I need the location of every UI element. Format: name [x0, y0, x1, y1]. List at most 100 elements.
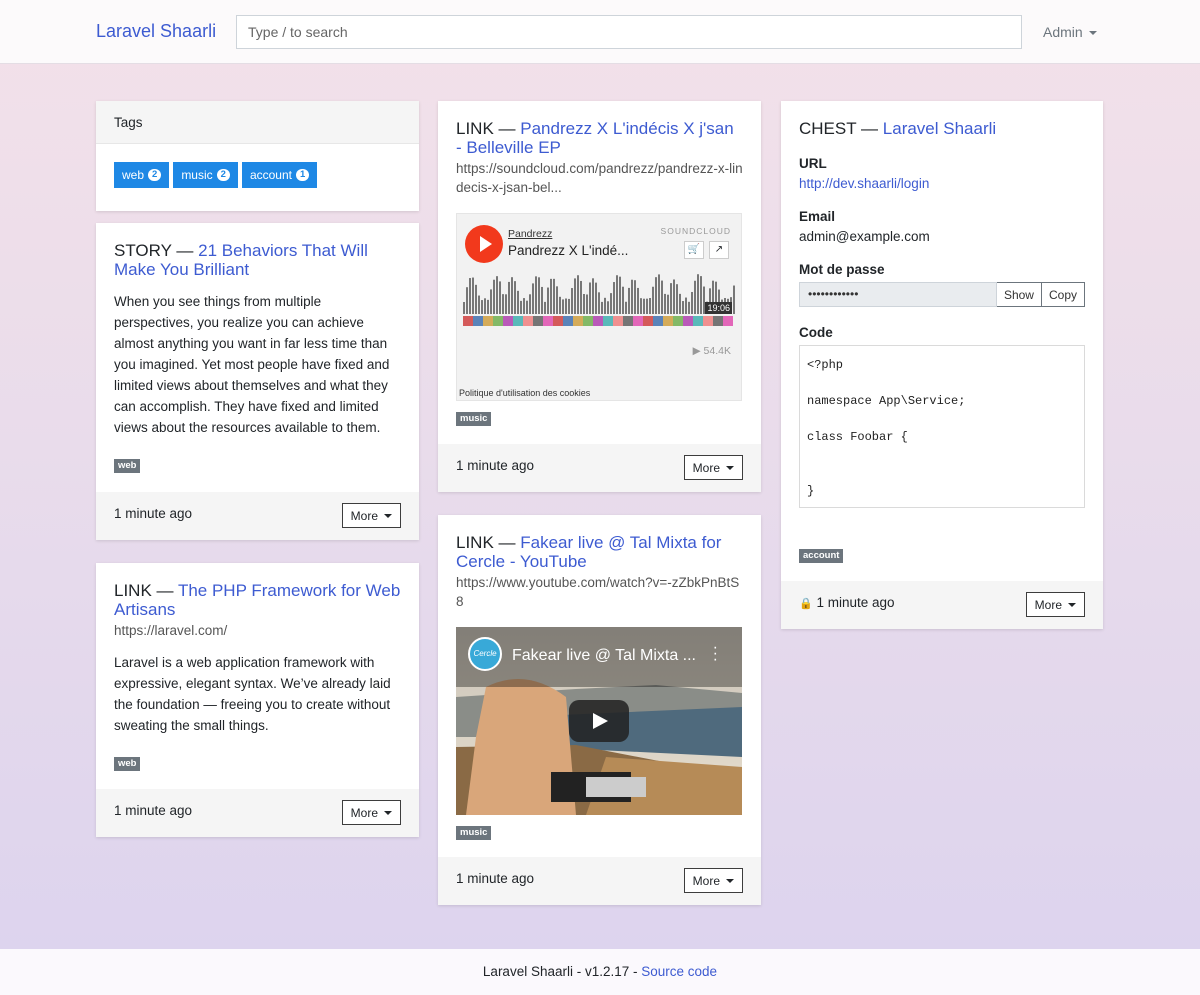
more-button[interactable]: More	[683, 455, 743, 480]
waveform[interactable]	[463, 274, 735, 332]
search-input[interactable]	[236, 15, 1022, 49]
tags-card: Tags web 2 music 2 account 1	[96, 101, 419, 211]
waveform-bar	[631, 279, 633, 314]
waveform-bar	[493, 279, 495, 314]
brand-link[interactable]: Laravel Shaarli	[96, 21, 216, 42]
card-type: LINK —	[456, 533, 516, 552]
tag-badge[interactable]: web	[114, 459, 141, 473]
soundcloud-card: LINK — Pandrezz X L'indécis X j'san - Be…	[438, 101, 761, 492]
play-count: ▶ 54.4K	[692, 345, 731, 357]
waveform-bar	[466, 287, 468, 314]
waveform-bar	[532, 283, 534, 314]
comment-avatar	[553, 316, 563, 326]
soundcloud-embed[interactable]: Pandrezz Pandrezz X L'indé... SOUNDCLOUD…	[456, 213, 742, 401]
timestamp[interactable]: 🔒 1 minute ago	[799, 595, 895, 610]
more-label: More	[692, 873, 720, 888]
soundcloud-track[interactable]: Pandrezz X L'indé...	[508, 243, 628, 258]
waveform-bar	[517, 290, 519, 314]
play-icon[interactable]	[569, 700, 629, 742]
password-label: Mot de passe	[799, 262, 885, 277]
story-card: STORY — 21 Behaviors That Will Make You …	[96, 223, 419, 540]
waveform-bar	[649, 298, 651, 314]
timestamp[interactable]: 1 minute ago	[114, 506, 192, 521]
card-type: CHEST —	[799, 119, 879, 138]
comment-avatar	[533, 316, 543, 326]
waveform-bar	[556, 286, 558, 314]
waveform-bar	[691, 291, 693, 314]
source-code-link[interactable]: Source code	[641, 964, 717, 979]
user-menu[interactable]: Admin	[1043, 24, 1097, 40]
comment-avatar	[643, 316, 653, 326]
comment-avatar	[523, 316, 533, 326]
more-button[interactable]: More	[341, 503, 401, 528]
youtube-embed[interactable]: Cercle Fakear live @ Tal Mixta ... · · ·	[456, 627, 742, 815]
waveform-bar	[574, 278, 576, 314]
comment-avatar	[683, 316, 693, 326]
tag-count: 2	[216, 169, 230, 181]
cart-icon[interactable]: 🛒	[684, 241, 704, 259]
more-button[interactable]: More	[341, 800, 401, 825]
play-icon[interactable]	[465, 225, 503, 263]
card-description: When you see things from multiple perspe…	[114, 294, 390, 435]
caret-down-icon	[384, 513, 392, 518]
url-value-link[interactable]: http://dev.shaarli/login	[799, 176, 1085, 191]
email-label: Email	[799, 209, 836, 224]
show-password-button[interactable]: Show	[996, 282, 1042, 307]
caret-down-icon	[1068, 602, 1076, 607]
tag-badge[interactable]: music	[456, 826, 492, 840]
waveform-bar	[523, 298, 525, 314]
tag-button-account[interactable]: account 1	[241, 162, 318, 188]
card-title: STORY — 21 Behaviors That Will Make You …	[114, 241, 401, 279]
channel-logo[interactable]: Cercle	[468, 637, 502, 671]
code-label: Code	[799, 325, 833, 340]
tag-button-music[interactable]: music 2	[173, 162, 238, 188]
more-button[interactable]: More	[1025, 592, 1085, 617]
timestamp[interactable]: 1 minute ago	[456, 458, 534, 473]
tag-badge[interactable]: account	[799, 549, 844, 563]
comment-avatar	[493, 316, 503, 326]
more-options-icon[interactable]: · · ·	[713, 640, 718, 668]
waveform-bar	[472, 277, 474, 314]
comment-avatar	[623, 316, 633, 326]
waveform-bar	[589, 282, 591, 314]
waveform-bar	[568, 298, 570, 314]
waveform-bar	[655, 277, 657, 314]
code-block: <?php namespace App\Service; class Fooba…	[799, 345, 1085, 508]
waveform-bar	[601, 301, 603, 314]
tag-button-web[interactable]: web 2	[114, 162, 170, 188]
waveform-bar	[628, 287, 630, 314]
copy-password-button[interactable]: Copy	[1041, 282, 1085, 307]
waveform-bar	[562, 299, 564, 314]
comment-avatar	[513, 316, 523, 326]
more-button[interactable]: More	[683, 868, 743, 893]
share-icon[interactable]: ↗	[709, 241, 729, 259]
comment-avatar	[483, 316, 493, 326]
tag-badge[interactable]: music	[456, 412, 492, 426]
waveform-bar	[538, 277, 540, 314]
comment-avatar	[703, 316, 713, 326]
card-description: Laravel is a web application framework w…	[114, 655, 391, 733]
cookie-policy-link[interactable]: Politique d'utilisation des cookies	[459, 388, 590, 398]
more-label: More	[1034, 597, 1062, 612]
soundcloud-user[interactable]: Pandrezz	[508, 228, 552, 240]
tag-label: web	[122, 168, 145, 182]
password-field[interactable]: ••••••••••••	[799, 282, 997, 307]
comment-avatar	[573, 316, 583, 326]
tag-badge[interactable]: web	[114, 757, 141, 771]
user-menu-label: Admin	[1043, 24, 1083, 40]
tags-list: web 2 music 2 account 1	[96, 144, 419, 206]
laravel-card: LINK — The PHP Framework for Web Artisan…	[96, 563, 419, 837]
comment-avatar	[463, 316, 473, 326]
waveform-bar	[622, 286, 624, 314]
waveform-bar	[643, 298, 645, 314]
timestamp[interactable]: 1 minute ago	[114, 803, 192, 818]
timestamp[interactable]: 1 minute ago	[456, 871, 534, 886]
video-title[interactable]: Fakear live @ Tal Mixta ...	[512, 647, 696, 665]
card-title-link[interactable]: Laravel Shaarli	[883, 119, 996, 138]
waveform-bar	[661, 280, 663, 314]
waveform-bar	[688, 301, 690, 314]
waveform-bar	[637, 287, 639, 314]
more-label: More	[350, 508, 378, 523]
waveform-bar	[697, 274, 699, 314]
page-footer: Laravel Shaarli - v1.2.17 - Source code	[0, 949, 1200, 995]
